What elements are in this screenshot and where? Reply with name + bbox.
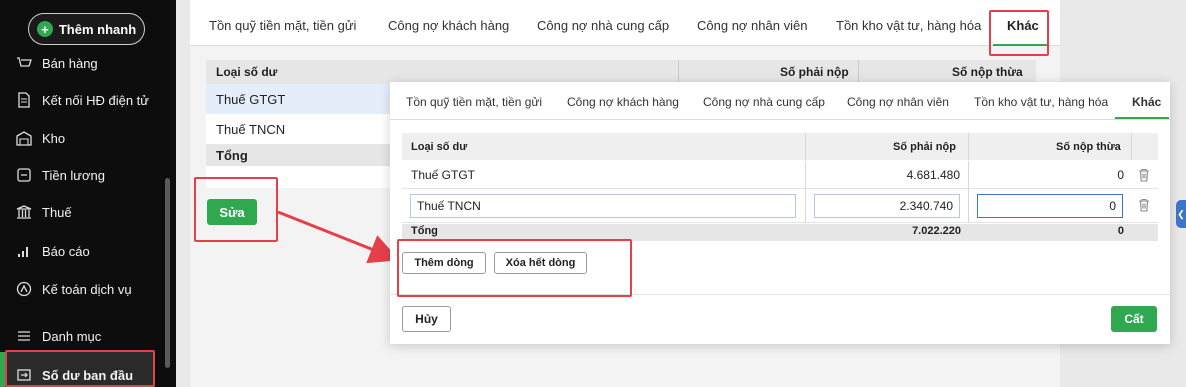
column-header: Số nộp thừa bbox=[1056, 141, 1121, 153]
cell-payable: 4.681.480 bbox=[906, 168, 960, 182]
list-icon bbox=[16, 328, 32, 344]
tax-building-icon bbox=[16, 204, 32, 220]
highlight-sidebar-item bbox=[5, 350, 155, 387]
chevron-left-icon[interactable]: ❮ bbox=[1176, 200, 1186, 228]
table-row[interactable]: Thuế TNCN 2.340.740 0 bbox=[402, 189, 1158, 223]
cancel-button[interactable]: Hủy bbox=[402, 306, 451, 332]
total-payable: 7.022.220 bbox=[912, 225, 961, 237]
trash-icon[interactable] bbox=[1137, 198, 1151, 212]
quick-add-button[interactable]: + Thêm nhanh bbox=[28, 13, 145, 45]
tab-employee-debt[interactable]: Công nợ nhân viên bbox=[697, 18, 807, 33]
service-icon bbox=[16, 281, 32, 297]
highlight-edit-button bbox=[194, 177, 278, 242]
total-label: Tổng bbox=[411, 225, 438, 237]
sidebar-item-reports[interactable]: Báo cáo bbox=[16, 240, 90, 262]
total-overpaid: 0 bbox=[1117, 225, 1124, 237]
payroll-icon bbox=[16, 167, 32, 183]
sidebar-item-payroll[interactable]: Tiền lương bbox=[16, 164, 105, 186]
tab-supplier-debt[interactable]: Công nợ nhà cung cấp bbox=[703, 95, 825, 109]
total-row: Tổng bbox=[206, 144, 396, 166]
background-table-header: Loại số dư Số phải nộp Số nộp thừa bbox=[206, 60, 1036, 84]
sidebar-item-sales[interactable]: Bán hàng bbox=[16, 52, 98, 74]
sidebar-item-tax[interactable]: Thuế bbox=[16, 201, 72, 223]
bar-chart-icon bbox=[16, 243, 32, 259]
tab-customer-debt[interactable]: Công nợ khách hàng bbox=[567, 95, 679, 109]
column-header: Số phải nộp bbox=[780, 65, 849, 79]
plus-icon: + bbox=[36, 21, 53, 37]
save-button[interactable]: Cất bbox=[1111, 306, 1157, 332]
sidebar-item-label: Báo cáo bbox=[42, 243, 90, 259]
highlight-row-buttons bbox=[397, 239, 632, 297]
type-input[interactable]: Thuế TNCN bbox=[410, 194, 796, 218]
sidebar-item-label: Bán hàng bbox=[42, 55, 98, 71]
column-header: Loại số dư bbox=[216, 65, 278, 79]
tab-cash[interactable]: Tồn quỹ tiền mặt, tiền gửi bbox=[406, 95, 542, 109]
sidebar-item-label: Kho bbox=[42, 130, 66, 146]
grid-header: Loại số dư Số phải nộp Số nộp thừa bbox=[402, 133, 1158, 160]
tab-other[interactable]: Khác bbox=[1132, 95, 1161, 109]
document-icon bbox=[16, 92, 32, 108]
table-row[interactable]: Thuế GTGT bbox=[206, 84, 396, 114]
sidebar-item-einvoice[interactable]: Kết nối HĐ điện tử bbox=[16, 89, 149, 111]
cell-type: Thuế GTGT bbox=[411, 168, 476, 182]
edit-dialog: Tồn quỹ tiền mặt, tiền gửi Công nợ khách… bbox=[390, 82, 1170, 344]
column-header: Số phải nộp bbox=[893, 141, 956, 153]
sidebar-item-label: Tiền lương bbox=[42, 167, 105, 183]
tab-active-underline bbox=[1115, 117, 1169, 119]
tab-customer-debt[interactable]: Công nợ khách hàng bbox=[388, 18, 509, 33]
tab-cash[interactable]: Tồn quỹ tiền mặt, tiền gửi bbox=[209, 18, 356, 33]
payable-input[interactable]: 2.340.740 bbox=[814, 194, 960, 218]
table-row[interactable]: Thuế GTGT 4.681.480 0 bbox=[402, 161, 1158, 189]
column-header: Loại số dư bbox=[411, 141, 468, 153]
row-label: Thuế GTGT bbox=[216, 91, 286, 107]
warehouse-icon bbox=[16, 130, 32, 146]
highlight-other-tab bbox=[989, 10, 1049, 56]
tab-employee-debt[interactable]: Công nợ nhân viên bbox=[847, 95, 949, 109]
quick-add-label: Thêm nhanh bbox=[58, 21, 137, 37]
sidebar-item-label: Thuế bbox=[42, 204, 72, 220]
sidebar-item-label: Kế toán dịch vụ bbox=[42, 281, 132, 297]
column-header: Số nộp thừa bbox=[952, 65, 1023, 79]
dialog-tab-bar: Tồn quỹ tiền mặt, tiền gửi Công nợ khách… bbox=[390, 82, 1170, 120]
background-tab-bar: Tồn quỹ tiền mặt, tiền gửi Công nợ khách… bbox=[190, 0, 1060, 46]
tab-inventory[interactable]: Tồn kho vật tư, hàng hóa bbox=[974, 95, 1108, 109]
sidebar-item-label: Danh mục bbox=[42, 328, 102, 344]
cell-overpaid: 0 bbox=[1117, 168, 1124, 182]
sidebar-item-label: Kết nối HĐ điện tử bbox=[42, 92, 149, 108]
sidebar-item-warehouse[interactable]: Kho bbox=[16, 127, 65, 149]
trash-icon[interactable] bbox=[1137, 168, 1151, 182]
overpaid-input[interactable]: 0 bbox=[977, 194, 1123, 218]
sidebar-item-catalog[interactable]: Danh mục bbox=[16, 325, 101, 347]
tab-supplier-debt[interactable]: Công nợ nhà cung cấp bbox=[537, 18, 669, 33]
row-label: Thuế TNCN bbox=[216, 121, 286, 137]
total-label: Tổng bbox=[216, 147, 248, 163]
sidebar: + Thêm nhanh Bán hàng Kết nối HĐ điện tử… bbox=[0, 0, 176, 387]
cart-icon bbox=[16, 55, 32, 71]
sidebar-scrollbar[interactable] bbox=[165, 178, 170, 368]
sidebar-item-accounting-service[interactable]: Kế toán dịch vụ bbox=[16, 278, 132, 300]
tab-inventory[interactable]: Tồn kho vật tư, hàng hóa bbox=[836, 18, 981, 33]
table-row[interactable]: Thuế TNCN bbox=[206, 114, 396, 144]
